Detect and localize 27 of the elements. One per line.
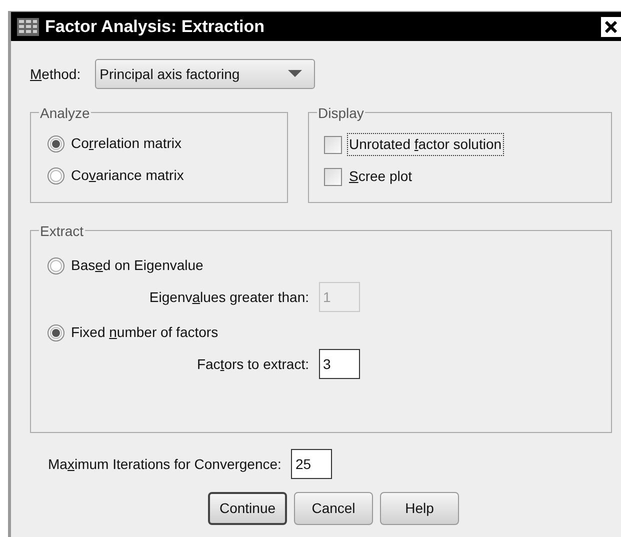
close-icon: [605, 20, 617, 32]
option-label: Scree plot: [348, 167, 414, 186]
method-label: Method:: [30, 64, 81, 84]
max-iterations-label: Maximum Iterations for Convergence:: [48, 454, 282, 474]
field-label: Factors to extract:: [196, 354, 309, 374]
max-iterations-field[interactable]: 25: [291, 449, 332, 479]
field-label: Eigenvalues greater than:: [149, 288, 309, 307]
checkbox[interactable]: [324, 168, 342, 186]
radio-button[interactable]: [47, 166, 65, 184]
option-label: Unrotated factor solution: [347, 133, 504, 156]
number-field[interactable]: 3: [319, 349, 360, 379]
dialog-button[interactable]: Help: [380, 492, 459, 525]
radio-button[interactable]: [47, 134, 65, 152]
close-button[interactable]: [601, 16, 621, 36]
method-dropdown[interactable]: Principal axis factoring: [94, 59, 315, 89]
option-label: Fixed number of factors: [71, 323, 218, 342]
option-label: Correlation matrix: [71, 134, 182, 153]
checkbox[interactable]: [324, 136, 342, 154]
dialog-button[interactable]: Cancel: [294, 492, 373, 525]
radio-button[interactable]: [47, 256, 65, 274]
grid-icon: [17, 18, 39, 36]
radio-button[interactable]: [47, 324, 65, 342]
option-label: Based on Eigenvalue: [71, 256, 204, 275]
dialog-button[interactable]: Continue: [208, 492, 287, 525]
option-label: Covariance matrix: [71, 166, 184, 185]
window-title: Factor Analysis: Extraction: [45, 16, 266, 38]
dropdown-caret-icon: [288, 70, 302, 78]
